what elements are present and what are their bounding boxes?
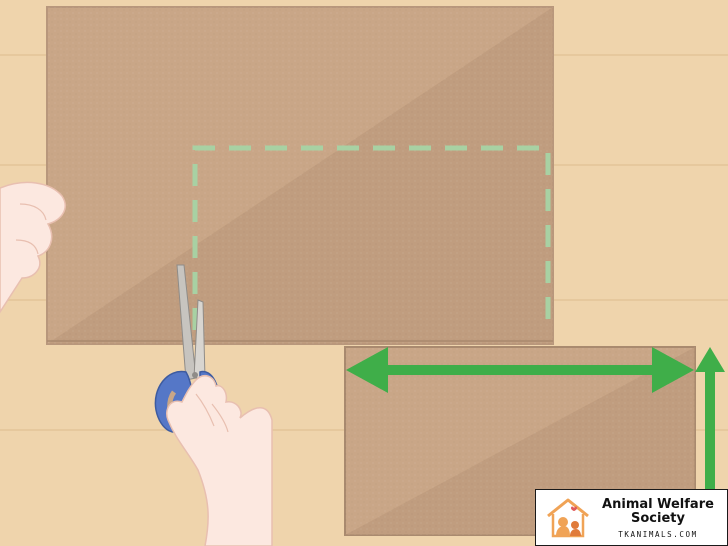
house-animals-logo-icon bbox=[547, 498, 589, 538]
watermark-badge: Animal Welfare Society TKANIMALS.COM bbox=[535, 489, 728, 546]
watermark-title-line2: Society bbox=[631, 511, 685, 526]
illustration-scene bbox=[0, 0, 728, 546]
watermark-url: TKANIMALS.COM bbox=[618, 530, 698, 539]
watermark-title-line1: Animal Welfare bbox=[602, 497, 714, 512]
large-cardboard-sheet bbox=[46, 6, 554, 345]
